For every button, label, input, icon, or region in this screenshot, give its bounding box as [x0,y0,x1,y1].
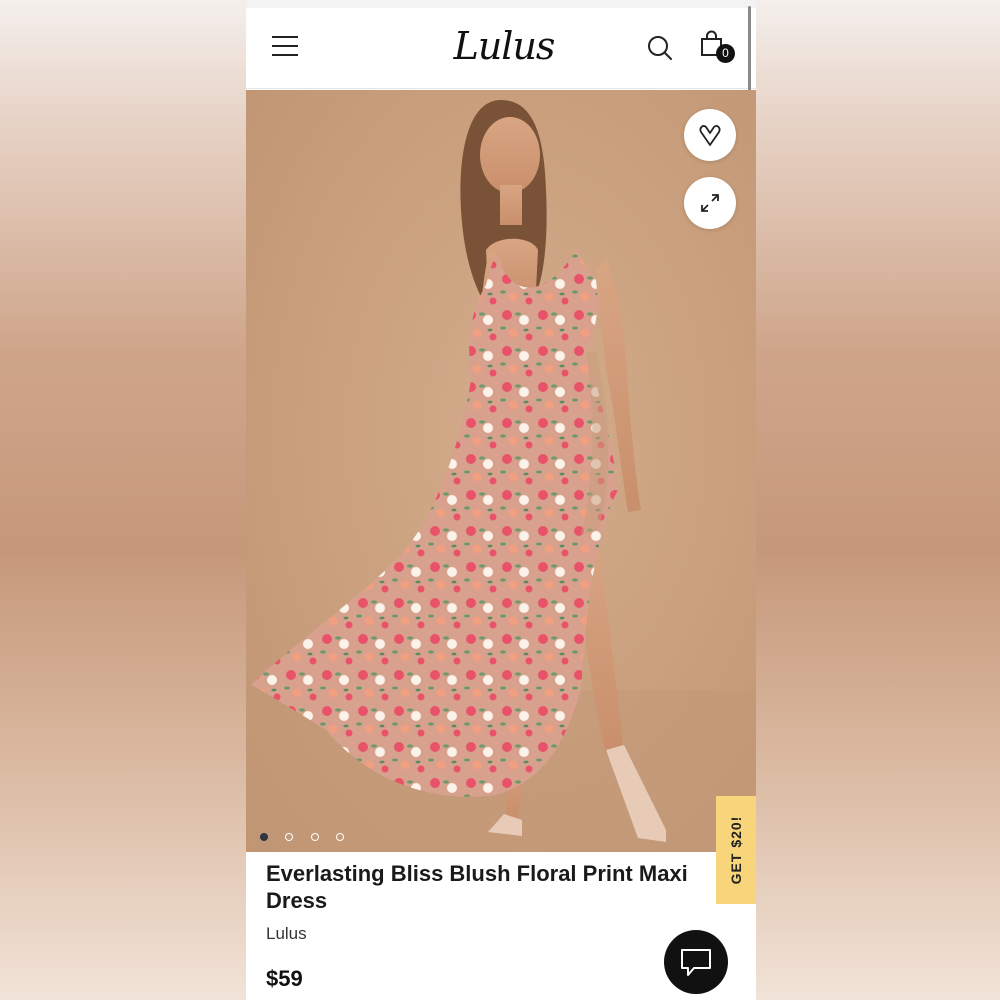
product-image[interactable] [246,90,756,852]
expand-icon [701,194,719,212]
search-button[interactable] [646,34,674,62]
menu-button[interactable] [272,36,298,58]
carousel-dot-4[interactable] [336,833,345,841]
product-brand[interactable]: Lulus [266,924,307,944]
carousel-dot-2[interactable] [285,833,294,841]
cart-button[interactable]: 0 [700,30,736,66]
background-blur-right [756,0,1000,1000]
product-title: Everlasting Bliss Blush Floral Print Max… [266,861,688,913]
chat-button[interactable] [664,930,728,994]
promo-tab[interactable]: GET $20! [716,796,756,904]
product-price: $59 [266,966,303,991]
heart-icon [699,125,721,146]
carousel-dot-1[interactable] [260,833,268,841]
carousel-dot-3[interactable] [310,833,319,841]
background-blur-left [0,0,246,1000]
expand-image-button[interactable] [684,177,736,229]
mobile-screen: Lulus 0 GET $20! Everlasting Bliss Blush… [246,0,756,1000]
cart-count-badge: 0 [716,44,735,63]
promo-label: GET $20! [728,815,744,885]
carousel-dots [260,828,357,841]
wishlist-button[interactable] [684,109,736,161]
model-photo [246,100,756,852]
search-icon [648,36,672,60]
hamburger-icon [272,36,298,38]
status-strip [246,0,756,8]
site-logo[interactable]: Lulus [444,22,564,70]
chat-icon [681,949,711,976]
site-header: Lulus 0 [246,8,756,89]
